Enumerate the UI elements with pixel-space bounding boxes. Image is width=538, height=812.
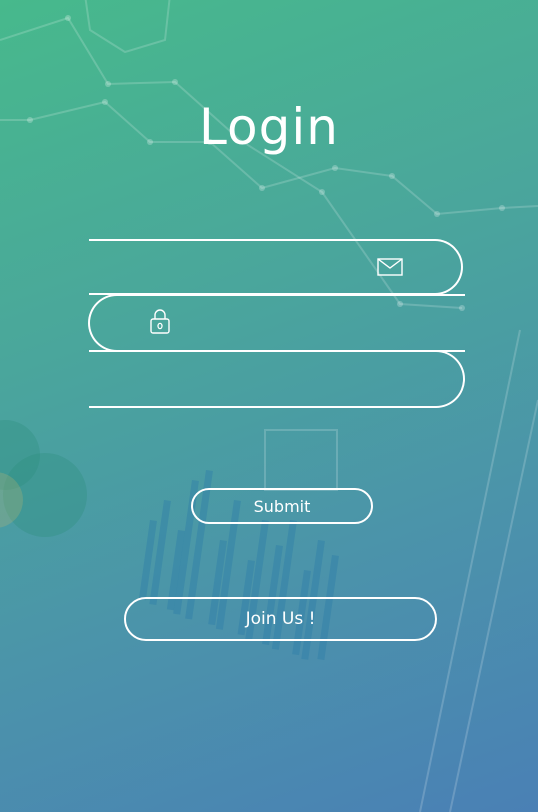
mail-icon <box>377 258 403 276</box>
join-us-button[interactable]: Join Us ! <box>124 597 437 641</box>
submit-button[interactable]: Submit <box>191 488 373 524</box>
password-input[interactable] <box>90 296 465 350</box>
confirm-input[interactable] <box>89 352 463 406</box>
lock-icon <box>150 309 170 334</box>
page-title: Login <box>199 98 339 156</box>
password-field[interactable] <box>88 294 465 352</box>
confirm-field[interactable] <box>89 350 465 408</box>
email-field[interactable] <box>89 239 463 295</box>
email-input[interactable] <box>89 241 461 293</box>
